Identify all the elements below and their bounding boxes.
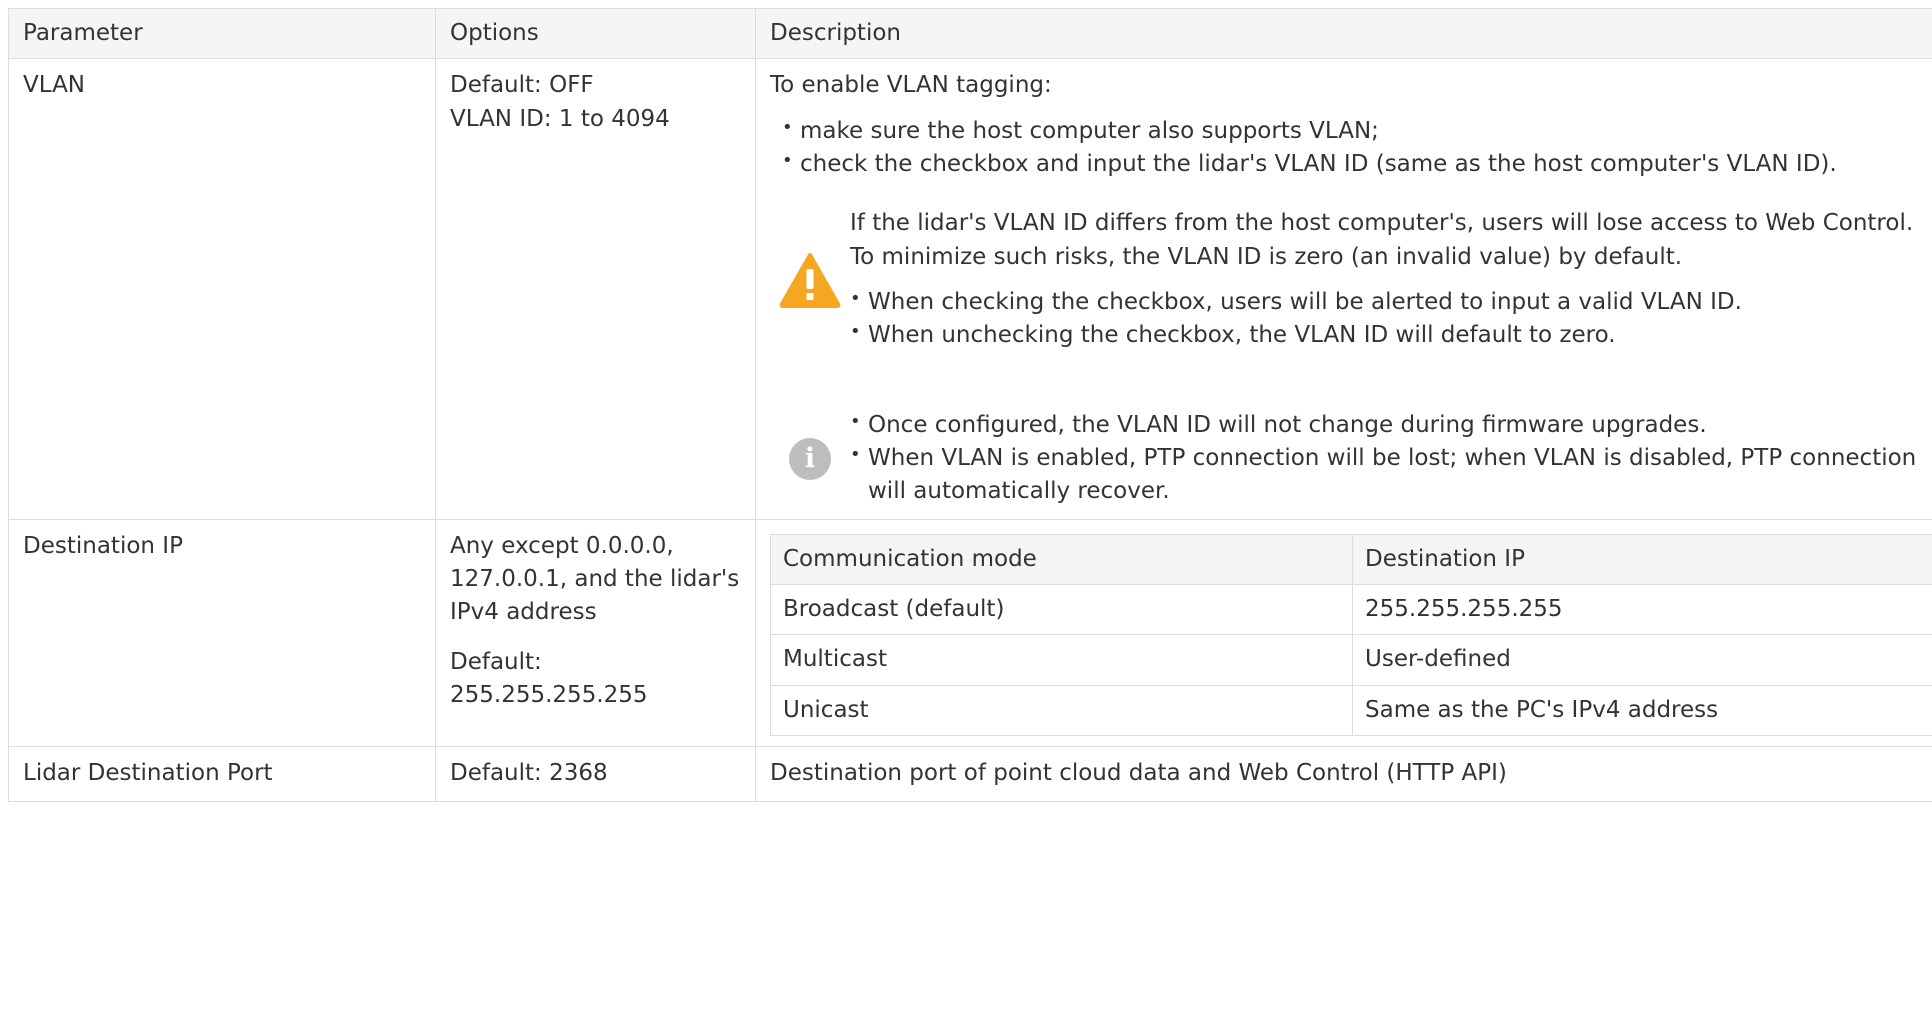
mode-row: Unicast Same as the PC's IPv4 address (770, 684, 1932, 737)
vlan-step: make sure the host computer also support… (782, 115, 1923, 148)
mode-header-mode: Communication mode (770, 533, 1353, 586)
dest-port-description: Destination port of point cloud data and… (755, 746, 1932, 802)
vlan-description: To enable VLAN tagging: make sure the ho… (755, 58, 1932, 520)
table-row-destination-ip: Destination IP Any except 0.0.0.0, 127.0… (8, 518, 1932, 748)
info-callout: i Once configured, the VLAN ID will not … (770, 409, 1923, 509)
dest-ip-options: Any except 0.0.0.0, 127.0.0.1, and the l… (435, 518, 756, 748)
dest-port-options: Default: 2368 (435, 746, 756, 802)
mode-cell: Multicast (770, 634, 1353, 686)
table-row-destination-port: Lidar Destination Port Default: 2368 Des… (8, 746, 1932, 802)
warning-item: When checking the checkbox, users will b… (850, 286, 1923, 319)
dest-ip-option-default: Default: 255.255.255.255 (450, 648, 648, 709)
mode-row: Broadcast (default) 255.255.255.255 (770, 584, 1932, 636)
dest-ip-option-text: Any except 0.0.0.0, 127.0.0.1, and the l… (450, 532, 740, 626)
vlan-option-range: VLAN ID: 1 to 4094 (450, 105, 670, 132)
vlan-intro: To enable VLAN tagging: (770, 72, 1052, 99)
vlan-options: Default: OFF VLAN ID: 1 to 4094 (435, 58, 756, 520)
table-header-row: Parameter Options Description (8, 7, 1932, 60)
info-body: Once configured, the VLAN ID will not ch… (850, 409, 1923, 509)
table-row-vlan: VLAN Default: OFF VLAN ID: 1 to 4094 To … (8, 58, 1932, 520)
mode-cell: Unicast (770, 684, 1353, 737)
communication-mode-table: Communication mode Destination IP Broadc… (770, 533, 1932, 737)
warning-text: If the lidar's VLAN ID differs from the … (850, 210, 1914, 270)
dest-ip-param: Destination IP (8, 518, 436, 748)
mode-ip-cell: 255.255.255.255 (1352, 584, 1932, 636)
vlan-param: VLAN (8, 58, 436, 520)
warning-body: If the lidar's VLAN ID differs from the … (850, 207, 1923, 352)
mode-header-ip: Destination IP (1352, 533, 1932, 586)
mode-header-row: Communication mode Destination IP (770, 533, 1932, 586)
info-list: Once configured, the VLAN ID will not ch… (850, 409, 1923, 509)
info-item: Once configured, the VLAN ID will not ch… (850, 409, 1923, 442)
vlan-step: check the checkbox and input the lidar's… (782, 148, 1923, 181)
parameter-table: Parameter Options Description VLAN Defau… (8, 7, 1932, 802)
warning-list: When checking the checkbox, users will b… (850, 286, 1923, 353)
mode-ip-cell: User-defined (1352, 634, 1932, 686)
warning-callout: If the lidar's VLAN ID differs from the … (770, 207, 1923, 352)
dest-ip-description: Communication mode Destination IP Broadc… (755, 518, 1932, 748)
mode-cell: Broadcast (default) (770, 584, 1353, 636)
warning-item: When unchecking the checkbox, the VLAN I… (850, 319, 1923, 352)
info-item: When VLAN is enabled, PTP connection wil… (850, 442, 1923, 509)
header-options: Options (435, 7, 756, 60)
info-icon: i (770, 437, 850, 480)
vlan-option-default: Default: OFF (450, 72, 594, 99)
header-parameter: Parameter (8, 7, 436, 60)
vlan-steps-list: make sure the host computer also support… (770, 115, 1923, 182)
mode-row: Multicast User-defined (770, 634, 1932, 686)
mode-ip-cell: Same as the PC's IPv4 address (1352, 684, 1932, 737)
warning-icon (770, 252, 850, 309)
dest-port-param: Lidar Destination Port (8, 746, 436, 802)
header-description: Description (755, 7, 1932, 60)
